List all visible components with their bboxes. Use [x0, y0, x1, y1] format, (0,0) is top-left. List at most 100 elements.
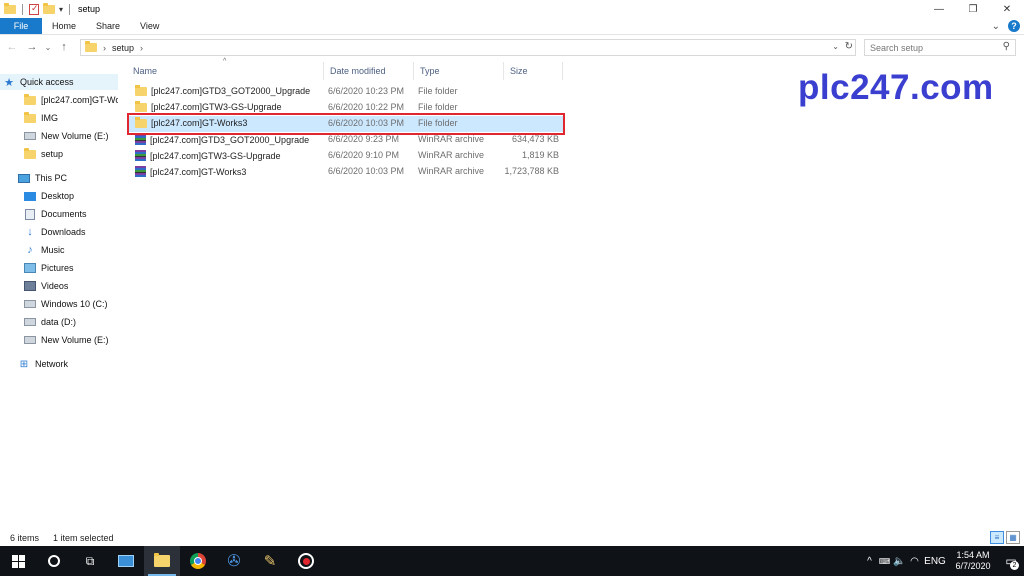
minimize-button[interactable]: — [922, 0, 956, 18]
folder-icon [135, 84, 147, 96]
file-row[interactable]: [plc247.com]GTW3-GS-Upgrade 6/6/2020 9:1… [127, 148, 563, 164]
new-folder-icon[interactable] [43, 2, 55, 14]
clock[interactable]: 1:54 AM 6/7/2020 [948, 550, 998, 572]
downloads-icon: ↓ [27, 226, 33, 238]
window-controls: — ❐ ✕ [922, 0, 1024, 18]
column-header-type[interactable]: Type [414, 62, 504, 80]
search-input[interactable]: Search setup ⚲ [864, 39, 1016, 56]
windows-logo-icon [11, 554, 25, 568]
tab-view[interactable]: View [130, 18, 169, 34]
nav-item-data-d[interactable]: data (D:) [0, 314, 118, 330]
cortana-icon [48, 555, 60, 567]
nav-item-music[interactable]: ♪ Music [0, 242, 118, 258]
nav-label: Desktop [41, 191, 75, 201]
ribbon-tabs: File Home Share View ⌄ ? [0, 18, 1024, 35]
nav-item-img[interactable]: IMG [0, 110, 118, 126]
breadcrumb-setup[interactable]: setup [112, 43, 134, 53]
nav-network[interactable]: ⊞ Network [0, 356, 118, 372]
refresh-icon[interactable]: ↻ [845, 41, 853, 52]
star-icon: ★ [4, 76, 14, 89]
nav-item-videos[interactable]: Videos [0, 278, 118, 294]
chrome-icon [190, 553, 206, 569]
nav-item-windows-c[interactable]: Windows 10 (C:) [0, 296, 118, 312]
nav-item-new-volume-e[interactable]: New Volume (E:) [0, 128, 118, 144]
file-row[interactable]: [plc247.com]GTD3_GOT2000_Upgrade 6/6/202… [127, 132, 563, 148]
nav-item-downloads[interactable]: ↓ Downloads [0, 224, 118, 240]
navigation-pane: ★ Quick access [plc247.com]GT-Works3 IMG… [0, 70, 120, 530]
nav-item-documents[interactable]: Documents [0, 206, 118, 222]
taskbar-app-file-explorer[interactable] [144, 546, 180, 576]
file-row[interactable]: [plc247.com]GTD3_GOT2000_Upgrade 6/6/202… [127, 84, 563, 100]
file-date: 6/6/2020 10:03 PM [328, 166, 405, 176]
start-button[interactable] [0, 546, 36, 576]
taskbar-app-recorder[interactable] [288, 546, 324, 576]
nav-this-pc[interactable]: This PC [0, 170, 118, 186]
language-indicator[interactable]: ENG [922, 556, 948, 567]
column-header-date[interactable]: Date modified [324, 62, 414, 80]
search-icon[interactable]: ⚲ [1003, 41, 1010, 52]
search-placeholder: Search setup [870, 42, 924, 53]
customize-toolbar-icon[interactable]: ▾ [59, 5, 63, 14]
tab-file[interactable]: File [0, 18, 42, 34]
file-size: 1,723,788 KB [504, 166, 559, 176]
breadcrumb-separator[interactable]: › [103, 43, 106, 53]
folder-icon [24, 111, 36, 123]
nav-item-setup[interactable]: setup [0, 146, 118, 162]
volume-icon[interactable]: 🔈 [892, 556, 907, 567]
folder-icon [135, 100, 147, 112]
taskbar-app-paint[interactable]: ✎ [252, 546, 288, 576]
tab-share[interactable]: Share [86, 18, 130, 34]
taskbar-app-chrome[interactable] [180, 546, 216, 576]
clock-date: 6/7/2020 [955, 561, 991, 571]
nav-item-new-volume-e-2[interactable]: New Volume (E:) [0, 332, 118, 348]
view-buttons: ≡ ▦ [990, 531, 1020, 544]
file-type: File folder [418, 118, 458, 128]
nav-item-gt-works3[interactable]: [plc247.com]GT-Works3 [0, 92, 118, 108]
task-view-button[interactable]: ⧉ [72, 546, 108, 576]
tab-home[interactable]: Home [42, 18, 86, 34]
nav-item-desktop[interactable]: Desktop [0, 188, 118, 204]
nav-item-pictures[interactable]: Pictures [0, 260, 118, 276]
column-header-name[interactable]: Name [127, 62, 324, 80]
file-row-selected[interactable]: [plc247.com]GT-Works3 6/6/2020 10:03 PM … [127, 116, 563, 132]
up-icon[interactable]: ↑ [56, 39, 72, 55]
nav-label: Downloads [41, 227, 86, 237]
folder-icon [85, 41, 97, 52]
notification-count: 2 [1010, 561, 1019, 570]
folder-icon[interactable] [4, 2, 16, 14]
taskbar-app-gear[interactable]: ✇ [216, 546, 252, 576]
file-date: 6/6/2020 10:23 PM [328, 86, 405, 96]
file-row[interactable]: [plc247.com]GT-Works3 6/6/2020 10:03 PM … [127, 164, 563, 180]
folder-icon [24, 93, 36, 105]
file-type: WinRAR archive [418, 150, 485, 160]
window-app-icon [118, 555, 134, 567]
address-bar[interactable]: › setup › ⌄ ↻ [80, 39, 856, 56]
action-center-button[interactable]: ▭ 2 [998, 546, 1024, 576]
close-button[interactable]: ✕ [990, 0, 1024, 18]
help-icon[interactable]: ? [1008, 20, 1020, 32]
input-method-icon[interactable]: ⌨ [877, 557, 892, 566]
properties-icon[interactable] [29, 3, 39, 15]
taskbar-app-control-panel[interactable] [108, 546, 144, 576]
file-date: 6/6/2020 9:10 PM [328, 150, 400, 160]
column-header-size[interactable]: Size [504, 62, 563, 80]
winrar-archive-icon [135, 134, 146, 145]
maximize-button[interactable]: ❐ [956, 0, 990, 18]
back-icon[interactable]: ← [4, 39, 20, 55]
file-type: WinRAR archive [418, 166, 485, 176]
large-icons-view-icon[interactable]: ▦ [1006, 531, 1020, 544]
wifi-icon[interactable]: ◠ [907, 556, 922, 567]
address-dropdown-icon[interactable]: ⌄ [832, 42, 839, 51]
nav-quick-access[interactable]: ★ Quick access [0, 74, 118, 90]
details-view-icon[interactable]: ≡ [990, 531, 1004, 544]
expand-ribbon-icon[interactable]: ⌄ [992, 21, 1000, 32]
breadcrumb-separator[interactable]: › [140, 43, 143, 53]
nav-label: New Volume (E:) [41, 335, 109, 345]
file-name: [plc247.com]GT-Works3 [151, 118, 248, 128]
show-hidden-icons-icon[interactable]: ^ [862, 556, 877, 567]
forward-icon[interactable]: → [24, 39, 40, 55]
recent-locations-icon[interactable]: ⌄ [44, 39, 52, 55]
file-row[interactable]: [plc247.com]GTW3-GS-Upgrade 6/6/2020 10:… [127, 100, 563, 116]
nav-label: Documents [41, 209, 87, 219]
search-button[interactable] [36, 546, 72, 576]
